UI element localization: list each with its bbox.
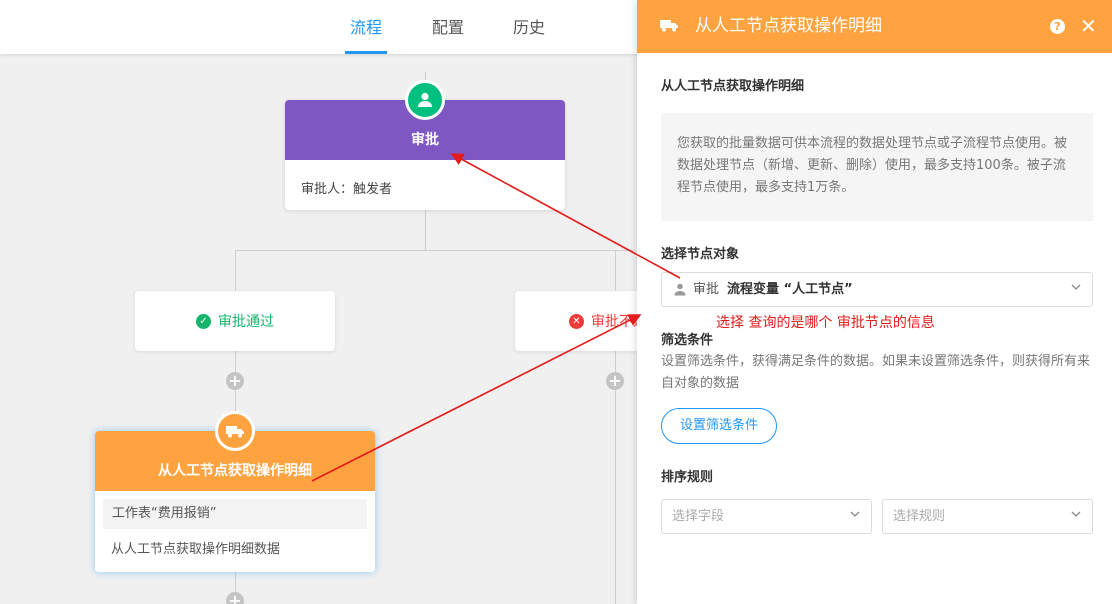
branch-approved-label: 审批通过: [218, 314, 274, 330]
sort-rule-placeholder: 选择规则: [893, 509, 946, 524]
connector-line: [425, 210, 426, 250]
filter-label: 筛选条件: [661, 333, 714, 348]
fetch-node-summary: 从人工节点获取操作明细数据: [111, 542, 281, 557]
panel-header: 从人工节点获取操作明细 ? ✕: [637, 0, 1112, 53]
info-box: 您获取的批量数据可供本流程的数据处理节点或子流程节点使用。被数据处理节点（新增、…: [661, 113, 1093, 221]
annotation-text: 选择 查询的是哪个 审批节点的信息: [716, 315, 935, 331]
sort-field-placeholder: 选择字段: [672, 509, 725, 524]
approver-row: 审批人：触发者: [301, 178, 392, 197]
truck-icon: [215, 411, 255, 451]
worksheet-row: 工作表“费用报销”: [103, 499, 367, 529]
approver-value: 触发者: [353, 182, 393, 197]
node-object-select[interactable]: 审批 流程变量 “人工节点”: [661, 272, 1093, 307]
chevron-down-icon: [1071, 511, 1081, 517]
add-node-icon[interactable]: +: [226, 592, 244, 604]
add-node-icon[interactable]: +: [606, 372, 624, 390]
set-filter-button[interactable]: 设置筛选条件: [661, 408, 777, 444]
tab-config[interactable]: 配置: [427, 0, 469, 54]
connector-line: [235, 250, 635, 251]
connector-line: [615, 250, 616, 291]
tab-flow[interactable]: 流程: [345, 0, 387, 54]
selected-node-prefix: 审批: [693, 282, 720, 297]
sort-field-select[interactable]: 选择字段: [661, 499, 872, 534]
tab-history[interactable]: 历史: [508, 0, 550, 54]
filter-description: 设置筛选条件，获得满足条件的数据。如果未设置筛选条件，则获得所有来自对象的数据: [661, 354, 1091, 391]
add-node-icon[interactable]: +: [226, 372, 244, 390]
close-icon[interactable]: ✕: [1080, 14, 1097, 38]
panel-heading: 从人工节点获取操作明细: [661, 79, 805, 94]
check-circle-icon: ✓: [196, 313, 211, 329]
chevron-down-icon: [1071, 284, 1081, 290]
selected-node-value: 流程变量 “人工节点”: [727, 282, 853, 297]
user-icon: [674, 283, 686, 300]
x-circle-icon: ✕: [569, 313, 584, 329]
truck-icon: [659, 17, 679, 37]
select-node-label: 选择节点对象: [661, 247, 740, 262]
node-config-panel: 从人工节点获取操作明细 ? ✕ 从人工节点获取操作明细 您获取的批量数据可供本流…: [637, 0, 1112, 604]
chevron-down-icon: [850, 511, 860, 517]
approver-label: 审批人：: [301, 182, 354, 197]
sort-rule-select[interactable]: 选择规则: [882, 499, 1093, 534]
panel-title: 从人工节点获取操作明细: [695, 16, 882, 36]
branch-approved[interactable]: ✓ 审批通过: [135, 291, 335, 351]
user-icon: [405, 80, 445, 120]
sort-label: 排序规则: [661, 470, 714, 485]
fetch-detail-node[interactable]: 从人工节点获取操作明细 工作表“费用报销” 从人工节点获取操作明细数据: [95, 431, 375, 572]
help-icon[interactable]: ?: [1050, 19, 1065, 34]
connector-line: [235, 250, 236, 291]
